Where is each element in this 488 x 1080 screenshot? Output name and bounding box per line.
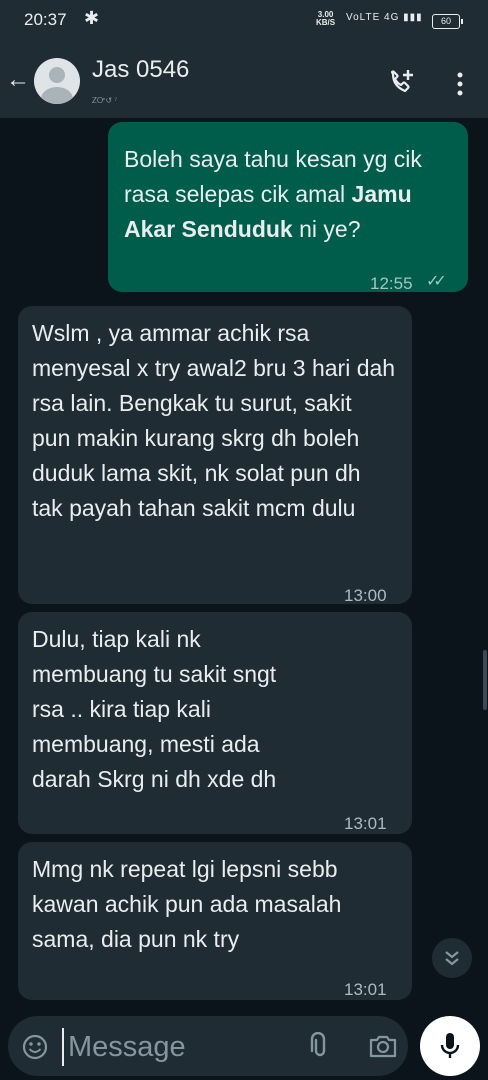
status-bar: 20:37 ✱ 3.00 KB/S VoLTE 4G ▮▮▮ 60 <box>0 0 488 44</box>
message-input[interactable] <box>68 1028 258 1066</box>
message-time: 13:01 <box>344 980 387 999</box>
scroll-to-bottom-button[interactable] <box>432 938 472 978</box>
avatar-head-shape <box>49 67 65 83</box>
attach-icon[interactable] <box>304 1032 332 1060</box>
overflow-menu-icon[interactable] <box>448 70 472 98</box>
network-speed: 3.00 KB/S <box>316 11 335 27</box>
contact-name[interactable]: Jas 0546 <box>92 56 189 84</box>
composer-bar <box>0 1010 488 1080</box>
camera-icon[interactable] <box>368 1032 398 1060</box>
emoji-icon[interactable] <box>22 1034 48 1060</box>
incoming-message[interactable]: Mmg nk repeat lgi lepsni sebb kawan achi… <box>18 842 412 1000</box>
signal-icons: VoLTE 4G ▮▮▮ <box>346 12 423 23</box>
double-chevron-down-icon <box>445 951 459 966</box>
scrollbar[interactable] <box>483 650 487 710</box>
message-text: Dulu, tiap kali nk membuang tu sakit sng… <box>32 626 277 792</box>
avatar-body-shape <box>41 87 73 104</box>
message-time: 13:00 <box>344 586 387 605</box>
message-text-part: ni ye? <box>292 216 361 242</box>
text-cursor <box>62 1028 64 1066</box>
read-receipt-icon: ✓✓ <box>426 273 447 290</box>
message-composer[interactable] <box>8 1016 408 1076</box>
message-time: 13:01 <box>344 814 387 833</box>
message-list[interactable]: Boleh saya tahu kesan yg cik rasa selepa… <box>0 118 488 1010</box>
status-time: 20:37 <box>24 10 67 29</box>
battery-icon: 60 <box>432 14 463 29</box>
incoming-message[interactable]: Dulu, tiap kali nk membuang tu sakit sng… <box>18 612 412 834</box>
message-text: Mmg nk repeat lgi lepsni sebb kawan achi… <box>32 856 342 952</box>
message-text: Boleh saya tahu kesan yg cik rasa selepa… <box>124 142 450 247</box>
fan-icon: ✱ <box>84 8 100 28</box>
add-call-icon[interactable] <box>388 68 416 96</box>
voice-message-button[interactable] <box>420 1016 480 1076</box>
outgoing-message[interactable]: Boleh saya tahu kesan yg cik rasa selepa… <box>108 122 468 293</box>
network-speed-unit: KB/S <box>316 18 336 27</box>
back-arrow-icon[interactable]: ← <box>6 66 30 94</box>
incoming-message[interactable]: Wslm , ya ammar achik rsa menyesal x try… <box>18 306 412 605</box>
mic-icon <box>440 1033 460 1058</box>
message-time: 12:55 <box>370 274 413 293</box>
contact-subtitle: ᏃᏅ↺ ⁷ <box>92 96 118 105</box>
chat-header: ← Jas 0546 ᏃᏅ↺ ⁷ <box>0 44 488 118</box>
message-text: Wslm , ya ammar achik rsa menyesal x try… <box>32 320 396 521</box>
avatar[interactable] <box>34 58 80 104</box>
